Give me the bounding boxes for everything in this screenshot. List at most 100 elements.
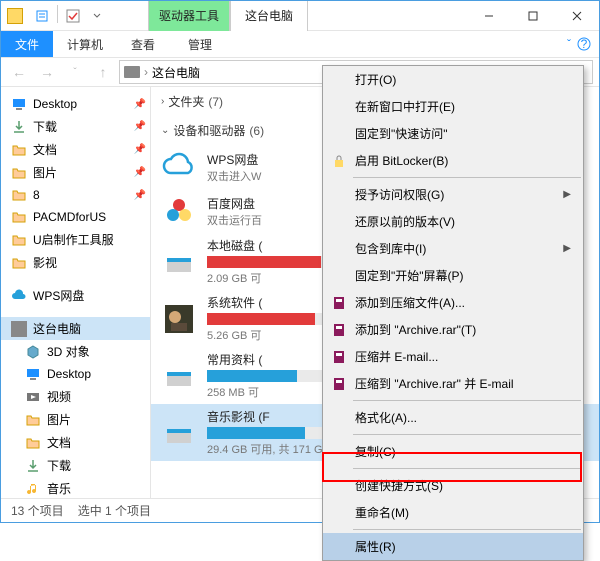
titlebar-left xyxy=(1,5,108,27)
sidebar-item[interactable]: 视频 xyxy=(1,385,150,408)
ribbon-tab-file[interactable]: 文件 xyxy=(1,31,53,57)
separator xyxy=(353,529,581,530)
ribbon-tab-computer[interactable]: 计算机 xyxy=(53,31,117,57)
context-menu-label: 添加到 "Archive.rar"(T) xyxy=(355,321,476,338)
sidebar-item[interactable]: Desktop📌 xyxy=(1,93,150,115)
separator xyxy=(353,177,581,178)
sidebar-item-label: 文档 xyxy=(47,434,71,451)
sidebar-item[interactable]: Desktop xyxy=(1,363,150,385)
drive-icon xyxy=(161,301,197,337)
pin-icon: 📌 xyxy=(134,144,146,155)
context-menu-item[interactable]: 压缩到 "Archive.rar" 并 E-mail xyxy=(323,370,583,397)
sidebar-item-label: 视频 xyxy=(47,388,71,405)
context-menu-item[interactable]: 复制(C) xyxy=(323,438,583,465)
cube-icon xyxy=(25,344,41,360)
sidebar-item-label: WPS网盘 xyxy=(33,287,84,304)
sidebar-item[interactable]: 3D 对象 xyxy=(1,340,150,363)
sidebar-item[interactable]: PACMDforUS xyxy=(1,206,150,228)
breadcrumb-location[interactable]: 这台电脑 xyxy=(152,64,200,81)
close-button[interactable] xyxy=(555,1,599,31)
sidebar-item[interactable]: U启制作工具服 xyxy=(1,228,150,251)
quick-access-toolbar xyxy=(31,5,108,27)
ribbon-expand-icon[interactable]: ˇ xyxy=(567,37,571,51)
submenu-arrow-icon: ▶ xyxy=(563,243,571,254)
context-menu-item[interactable]: 压缩并 E-mail... xyxy=(323,343,583,370)
separator xyxy=(353,434,581,435)
context-menu-label: 压缩并 E-mail... xyxy=(355,348,438,365)
chevron-right-icon[interactable]: › xyxy=(144,65,148,79)
window-title: 这台电脑 xyxy=(230,1,308,31)
bitlocker-icon xyxy=(331,153,347,169)
drive-icon xyxy=(161,244,197,280)
sidebar-item-label: 图片 xyxy=(47,411,71,428)
contextual-tabs: 驱动器工具 这台电脑 xyxy=(148,1,308,31)
navigation-pane: Desktop📌下载📌文档📌图片📌8📌PACMDforUSU启制作工具服影视 W… xyxy=(1,87,151,505)
sidebar-item[interactable]: 8📌 xyxy=(1,184,150,206)
context-menu-item[interactable]: 格式化(A)... xyxy=(323,404,583,431)
maximize-button[interactable] xyxy=(511,1,555,31)
nav-forward-button[interactable]: → xyxy=(35,60,59,84)
sidebar-item-label: 图片 xyxy=(33,164,57,181)
context-menu-item[interactable]: 还原以前的版本(V) xyxy=(323,208,583,235)
system-icon[interactable] xyxy=(7,8,23,24)
context-menu-label: 固定到"开始"屏幕(P) xyxy=(355,267,464,284)
sidebar-wps[interactable]: WPS网盘 xyxy=(1,284,150,307)
context-menu-item[interactable]: 添加到压缩文件(A)... xyxy=(323,289,583,316)
context-menu-item[interactable]: 打开(O) xyxy=(323,66,583,93)
context-menu-item[interactable]: 包含到库中(I)▶ xyxy=(323,235,583,262)
capacity-bar xyxy=(207,256,327,268)
context-menu-label: 固定到"快速访问" xyxy=(355,125,448,142)
status-item-count: 13 个项目 xyxy=(11,502,64,519)
context-menu-item[interactable]: 添加到 "Archive.rar"(T) xyxy=(323,316,583,343)
ribbon: 文件 计算机 查看 管理 ˇ ? xyxy=(1,31,599,57)
qat-checkbox-icon[interactable] xyxy=(62,5,84,27)
minimize-button[interactable] xyxy=(467,1,511,31)
qat-dropdown-icon[interactable] xyxy=(86,5,108,27)
folder-icon xyxy=(11,209,27,225)
folder-icon xyxy=(25,435,41,451)
context-menu-item[interactable]: 授予访问权限(G)▶ xyxy=(323,181,583,208)
sidebar-item[interactable]: 下载📌 xyxy=(1,115,150,138)
folder-icon xyxy=(11,142,27,158)
chevron-right-icon: › xyxy=(161,96,164,107)
pc-icon xyxy=(11,321,27,337)
rar-icon xyxy=(331,349,347,365)
sidebar-this-pc[interactable]: 这台电脑 xyxy=(1,317,150,340)
sidebar-item-label: 下载 xyxy=(47,457,71,474)
capacity-bar xyxy=(207,313,327,325)
context-menu-item[interactable]: 创建快捷方式(S) xyxy=(323,472,583,499)
nav-back-button[interactable]: ← xyxy=(7,60,31,84)
context-menu-label: 启用 BitLocker(B) xyxy=(355,152,448,169)
context-menu-item[interactable]: 重命名(M) xyxy=(323,499,583,526)
sidebar-item[interactable]: 图片 xyxy=(1,408,150,431)
folder-icon xyxy=(25,412,41,428)
pc-icon xyxy=(124,66,140,78)
context-menu-item[interactable]: 在新窗口中打开(E) xyxy=(323,93,583,120)
qat-properties-icon[interactable] xyxy=(31,5,53,27)
rar-icon xyxy=(331,322,347,338)
folder-icon xyxy=(11,232,27,248)
sidebar-item[interactable]: 图片 📌 xyxy=(1,161,150,184)
sidebar-item[interactable]: 下载 xyxy=(1,454,150,477)
context-menu-item[interactable]: 固定到"开始"屏幕(P) xyxy=(323,262,583,289)
help-icon[interactable]: ? xyxy=(577,37,591,51)
ribbon-tab-manage[interactable]: 管理 xyxy=(174,31,226,57)
pin-icon: 📌 xyxy=(134,167,146,178)
section-label: 设备和驱动器 xyxy=(173,122,245,139)
context-menu-item[interactable]: 启用 BitLocker(B) xyxy=(323,147,583,174)
sidebar-item[interactable]: 音乐 xyxy=(1,477,150,500)
download-icon xyxy=(25,458,41,474)
context-menu-item[interactable]: 属性(R) xyxy=(323,533,583,560)
sidebar-item[interactable]: 文档 xyxy=(1,431,150,454)
sidebar-item-label: 影视 xyxy=(33,254,57,271)
nav-up-button[interactable]: ↑ xyxy=(91,60,115,84)
sidebar-item[interactable]: 文档📌 xyxy=(1,138,150,161)
context-menu-item[interactable]: 固定到"快速访问" xyxy=(323,120,583,147)
context-menu-label: 重命名(M) xyxy=(355,504,409,521)
status-selected-count: 选中 1 个项目 xyxy=(78,502,151,519)
submenu-arrow-icon: ▶ xyxy=(563,189,571,200)
sidebar-item-label: 音乐 xyxy=(47,480,71,497)
ribbon-tab-view[interactable]: 查看 xyxy=(117,31,169,57)
sidebar-item[interactable]: 影视 xyxy=(1,251,150,274)
nav-recent-dropdown[interactable]: ˇ xyxy=(63,60,87,84)
